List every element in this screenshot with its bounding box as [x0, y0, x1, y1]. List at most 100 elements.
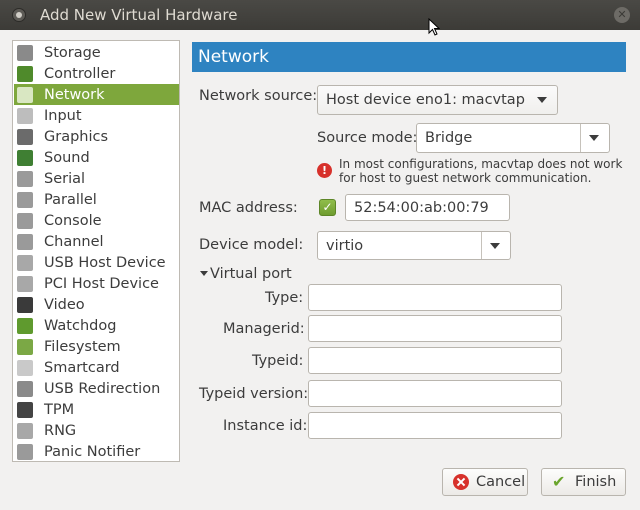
smartcard-icon	[17, 359, 33, 376]
sound-card-icon	[17, 149, 33, 166]
sidebar-item-controller[interactable]: Controller	[14, 63, 179, 84]
sidebar-item-usb-host-device[interactable]: USB Host Device	[14, 252, 179, 273]
usb-redirect-icon	[17, 380, 33, 397]
close-icon[interactable]: ✕	[614, 7, 630, 23]
sidebar-item-label: Smartcard	[44, 359, 120, 376]
expander-arrow-icon[interactable]	[200, 271, 208, 276]
network-icon	[17, 86, 33, 103]
panic-icon	[17, 443, 33, 460]
finish-button[interactable]: ✔ Finish	[541, 468, 626, 496]
sidebar-item-input[interactable]: Input	[14, 105, 179, 126]
sidebar-item-label: Video	[44, 296, 85, 313]
network-source-value: Host device eno1: macvtap	[326, 92, 525, 108]
cancel-button[interactable]: Cancel	[442, 468, 528, 496]
monitor-icon	[17, 128, 33, 145]
cancel-button-label: Cancel	[476, 474, 526, 490]
warning-icon: !	[317, 163, 332, 178]
type-label: Type:	[265, 290, 304, 306]
sidebar-item-sound[interactable]: Sound	[14, 147, 179, 168]
sidebar-item-panic-notifier[interactable]: Panic Notifier	[14, 441, 179, 462]
finish-button-label: Finish	[575, 474, 617, 490]
sidebar-item-smartcard[interactable]: Smartcard	[14, 357, 179, 378]
mac-address-field[interactable]: 52:54:00:ab:00:79	[345, 194, 510, 221]
sidebar-item-serial[interactable]: Serial	[14, 168, 179, 189]
mac-address-value: 52:54:00:ab:00:79	[354, 199, 489, 216]
chip-icon	[17, 401, 33, 418]
channel-icon	[17, 233, 33, 250]
typeid-label: Typeid:	[252, 353, 304, 369]
folder-icon	[17, 338, 33, 355]
pci-icon	[17, 275, 33, 292]
mac-address-checkbox[interactable]: ✓	[319, 199, 336, 216]
sidebar-item-rng[interactable]: RNG	[14, 420, 179, 441]
network-source-dropdown[interactable]: Host device eno1: macvtap	[317, 85, 558, 115]
watchdog-icon	[17, 317, 33, 334]
title-bar: Add New Virtual Hardware ✕	[0, 0, 640, 30]
sidebar-item-label: Filesystem	[44, 338, 121, 355]
sidebar-item-channel[interactable]: Channel	[14, 231, 179, 252]
sidebar-item-label: Console	[44, 212, 102, 229]
window-menu-icon[interactable]	[12, 8, 26, 22]
sidebar-item-label: PCI Host Device	[44, 275, 159, 292]
device-model-label: Device model:	[199, 237, 304, 253]
source-mode-label: Source mode:	[317, 130, 418, 146]
disk-icon	[17, 44, 33, 61]
chevron-down-icon	[589, 135, 599, 141]
page-title: Network	[192, 42, 626, 72]
sidebar-item-label: Graphics	[44, 128, 109, 145]
parallel-icon	[17, 191, 33, 208]
typeid-input[interactable]	[308, 347, 562, 374]
checkmark-icon: ✔	[552, 472, 566, 491]
sidebar-item-label: Network	[44, 86, 105, 103]
sidebar-item-pci-host-device[interactable]: PCI Host Device	[14, 273, 179, 294]
device-model-value: virtio	[326, 237, 364, 254]
sidebar-item-label: Watchdog	[44, 317, 117, 334]
sidebar-item-label: Parallel	[44, 191, 97, 208]
controller-icon	[17, 65, 33, 82]
console-icon	[17, 212, 33, 229]
sidebar-item-video[interactable]: Video	[14, 294, 179, 315]
video-icon	[17, 296, 33, 313]
device-model-combobox[interactable]: virtio	[317, 231, 511, 260]
sidebar-item-label: TPM	[44, 401, 75, 418]
warning-line-2: for host to guest network communication.	[339, 171, 592, 185]
sidebar-item-watchdog[interactable]: Watchdog	[14, 315, 179, 336]
source-mode-combobox[interactable]: Bridge	[416, 123, 610, 153]
instance-id-input[interactable]	[308, 412, 562, 439]
mouse-pointer-icon	[428, 18, 440, 36]
sidebar-item-label: Channel	[44, 233, 104, 250]
typeid-version-label: Typeid version:	[199, 386, 309, 402]
sidebar-item-label: USB Redirection	[44, 380, 161, 397]
window-title: Add New Virtual Hardware	[40, 6, 238, 24]
sidebar-item-label: Sound	[44, 149, 90, 166]
sidebar-item-filesystem[interactable]: Filesystem	[14, 336, 179, 357]
virtual-port-expander[interactable]: Virtual port	[210, 266, 292, 282]
chevron-down-icon	[537, 97, 547, 103]
sidebar-item-tpm[interactable]: TPM	[14, 399, 179, 420]
warning-line-1: In most configurations, macvtap does not…	[339, 157, 623, 171]
macvtap-warning: In most configurations, macvtap does not…	[339, 157, 622, 185]
sidebar-item-label: Controller	[44, 65, 116, 82]
sidebar-item-label: RNG	[44, 422, 77, 439]
typeid-version-input[interactable]	[308, 380, 562, 407]
managerid-label: Managerid:	[223, 321, 305, 337]
chevron-down-icon	[490, 242, 500, 249]
usb-icon	[17, 254, 33, 271]
sidebar-item-parallel[interactable]: Parallel	[14, 189, 179, 210]
managerid-input[interactable]	[308, 315, 562, 342]
sidebar-item-graphics[interactable]: Graphics	[14, 126, 179, 147]
hardware-type-list[interactable]: Storage Controller Network Input Graphics Sou…	[12, 40, 180, 462]
sidebar-item-network[interactable]: Network	[14, 84, 179, 105]
rng-icon	[17, 422, 33, 439]
sidebar-item-label: Serial	[44, 170, 86, 187]
sidebar-item-label: Storage	[44, 44, 101, 61]
serial-icon	[17, 170, 33, 187]
sidebar-item-console[interactable]: Console	[14, 210, 179, 231]
sidebar-item-storage[interactable]: Storage	[14, 42, 179, 63]
type-input[interactable]	[308, 284, 562, 311]
sidebar-item-label: Input	[44, 107, 82, 124]
sidebar-item-label: USB Host Device	[44, 254, 166, 271]
network-source-label: Network source:	[199, 88, 318, 104]
sidebar-item-usb-redirection[interactable]: USB Redirection	[14, 378, 179, 399]
sidebar-item-label: Panic Notifier	[44, 443, 141, 460]
